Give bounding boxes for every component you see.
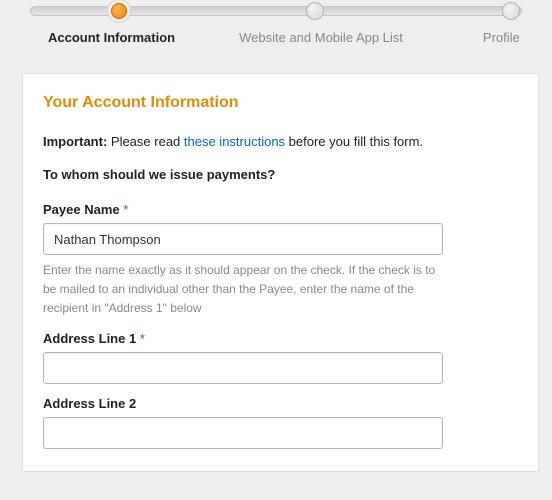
step-label-website-list[interactable]: Website and Mobile App List <box>239 30 403 45</box>
step-label-profile[interactable]: Profile <box>483 30 520 45</box>
account-info-card: Your Account Information Important: Plea… <box>22 73 539 472</box>
field-address-2: Address Line 2 <box>43 396 518 449</box>
step-dot-website-list[interactable] <box>306 2 324 20</box>
address-1-label: Address Line 1 * <box>43 331 518 346</box>
stepper-labels: Account Information Website and Mobile A… <box>20 30 532 45</box>
payee-name-help: Enter the name exactly as it should appe… <box>43 261 451 319</box>
address-2-label: Address Line 2 <box>43 396 518 411</box>
intro-after-link: before you fill this form. <box>285 134 423 149</box>
required-marker: * <box>120 202 129 217</box>
address-1-input[interactable] <box>43 352 443 384</box>
field-address-1: Address Line 1 * <box>43 331 518 384</box>
required-marker: * <box>136 331 145 346</box>
field-payee-name: Payee Name * Enter the name exactly as i… <box>43 202 518 319</box>
payee-name-label-text: Payee Name <box>43 202 120 217</box>
address-2-label-text: Address Line 2 <box>43 396 136 411</box>
address-1-label-text: Address Line 1 <box>43 331 136 346</box>
step-label-account-info[interactable]: Account Information <box>48 30 175 45</box>
stepper-track <box>30 6 522 16</box>
payee-name-input[interactable] <box>43 223 443 255</box>
payee-name-label: Payee Name * <box>43 202 518 217</box>
step-dot-account-info[interactable] <box>111 3 127 19</box>
step-dot-profile[interactable] <box>502 2 520 20</box>
instructions-link[interactable]: these instructions <box>184 134 285 149</box>
intro-before-link: Please read <box>107 134 184 149</box>
section-heading-payments: To whom should we issue payments? <box>43 167 518 182</box>
address-2-input[interactable] <box>43 417 443 449</box>
intro-important: Important: <box>43 134 107 149</box>
stepper: Account Information Website and Mobile A… <box>0 0 552 55</box>
card-title: Your Account Information <box>43 94 518 112</box>
intro-text: Important: Please read these instruction… <box>43 134 518 149</box>
